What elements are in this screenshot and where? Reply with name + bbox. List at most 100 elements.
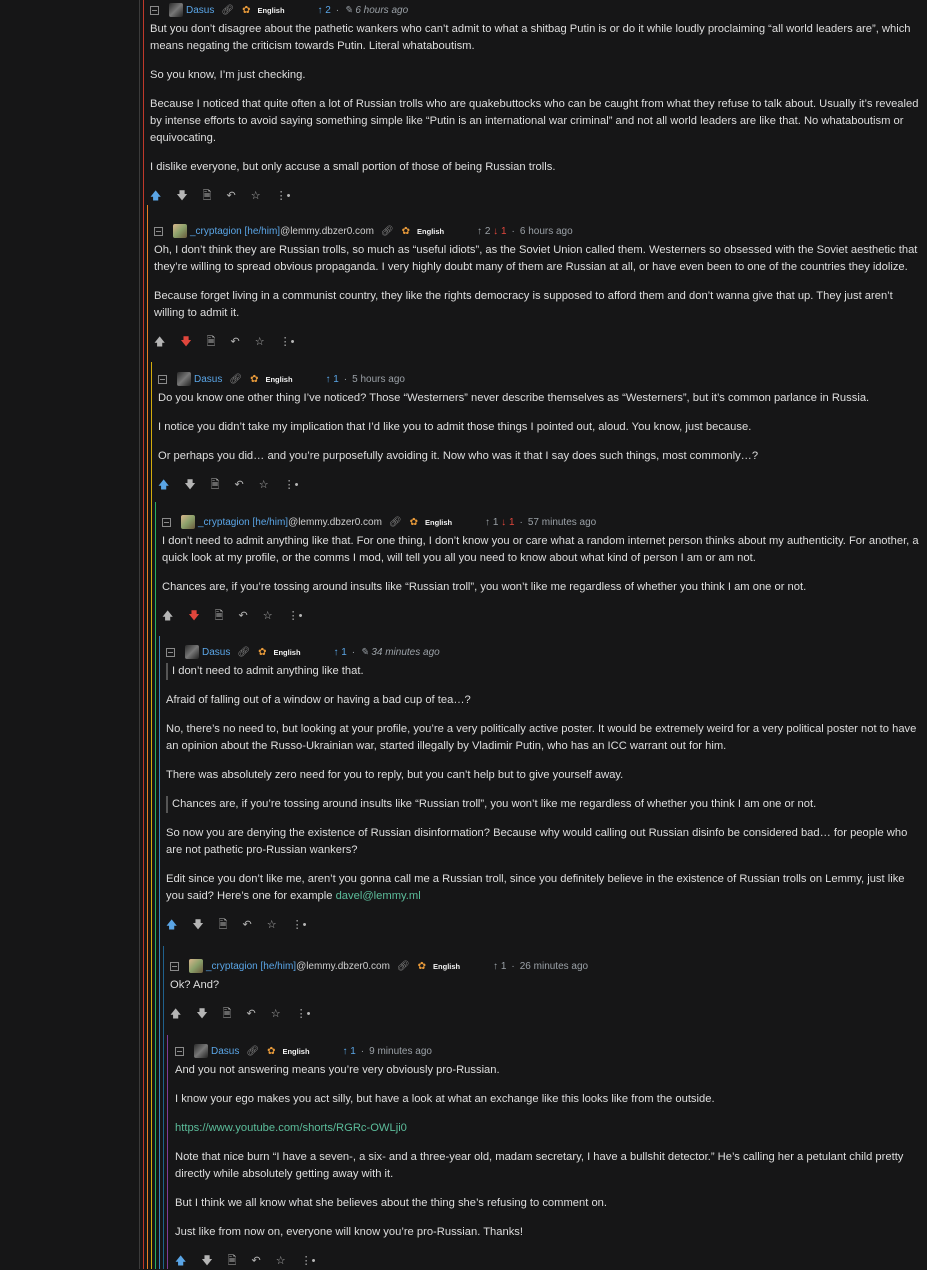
avatar[interactable]	[169, 3, 183, 17]
username[interactable]: _cryptagion [he/him]	[206, 958, 296, 975]
avatar[interactable]	[177, 372, 191, 386]
document-icon[interactable]: 🗎	[228, 1253, 237, 1270]
more-icon[interactable]: ⋮•	[288, 608, 303, 625]
thread-line	[167, 1035, 168, 1269]
reply-icon[interactable]: ↶	[226, 188, 235, 205]
language-label: English	[257, 5, 285, 15]
username[interactable]: Dasus	[186, 2, 214, 19]
link-icon[interactable]: 🔗︎	[381, 223, 394, 240]
arrow-up-icon[interactable]: 🡅	[162, 608, 173, 625]
document-icon[interactable]: 🗎	[203, 188, 212, 205]
comment-body: Ok? And?	[170, 977, 923, 994]
link-icon[interactable]: 🔗︎	[221, 2, 234, 19]
paragraph: I know your ego makes you act silly, but…	[175, 1093, 715, 1105]
reply-icon[interactable]: ↶	[238, 608, 247, 625]
username[interactable]: Dasus	[202, 644, 230, 661]
star-icon[interactable]: ☆	[276, 1253, 286, 1270]
star-icon[interactable]: ☆	[263, 608, 273, 625]
comment-actions: 🡅 🡇 🗎 ↶ ☆ ⋮•	[162, 608, 923, 624]
paragraph: Chances are, if you’re tossing around in…	[162, 581, 807, 593]
collapse-icon[interactable]	[150, 5, 159, 15]
user-instance[interactable]: @lemmy.dbzer0.com	[296, 958, 390, 975]
reply-icon[interactable]: ↶	[246, 1006, 255, 1023]
flower-icon: ✿	[267, 1045, 276, 1057]
avatar[interactable]	[173, 224, 187, 238]
timestamp: 57 minutes ago	[527, 516, 597, 528]
more-icon[interactable]: ⋮•	[301, 1253, 316, 1270]
document-icon[interactable]: 🗎	[215, 608, 224, 625]
blockquote: Chances are, if you’re tossing around in…	[166, 796, 923, 813]
comment-header: _cryptagion [he/him] @lemmy.dbzer0.com 🔗︎…	[170, 957, 923, 975]
paragraph: I notice you didn’t take my implication …	[158, 421, 752, 433]
collapse-icon[interactable]	[166, 647, 175, 657]
avatar[interactable]	[181, 515, 195, 529]
arrow-up-icon[interactable]: 🡅	[170, 1006, 181, 1023]
reply-icon[interactable]: ↶	[242, 917, 251, 934]
upvote-count: ↑ 2	[477, 225, 491, 237]
youtube-link[interactable]: https://www.youtube.com/shorts/RGRc-OWLj…	[175, 1122, 407, 1134]
comment-actions: 🡅 🡇 🗎 ↶ ☆ ⋮•	[166, 917, 923, 933]
arrow-up-icon[interactable]: 🡅	[175, 1253, 186, 1270]
star-icon[interactable]: ☆	[251, 188, 261, 205]
user-instance[interactable]: @lemmy.dbzer0.com	[280, 223, 374, 240]
link-icon[interactable]: 🔗︎	[389, 514, 402, 531]
paragraph: There was absolutely zero need for you t…	[166, 769, 624, 781]
star-icon[interactable]: ☆	[271, 1006, 281, 1023]
arrow-down-icon[interactable]: 🡇	[196, 1006, 207, 1023]
arrow-down-icon[interactable]: 🡇	[192, 917, 203, 934]
link-icon[interactable]: 🔗︎	[237, 644, 250, 661]
arrow-up-icon[interactable]: 🡅	[154, 334, 165, 351]
star-icon[interactable]: ☆	[267, 917, 277, 934]
more-icon[interactable]: ⋮•	[296, 1006, 311, 1023]
username[interactable]: Dasus	[194, 371, 222, 388]
link-icon[interactable]: 🔗︎	[246, 1043, 259, 1060]
avatar[interactable]	[189, 959, 203, 973]
arrow-down-icon[interactable]: 🡇	[180, 334, 191, 351]
username[interactable]: _cryptagion [he/him]	[190, 223, 280, 240]
collapse-icon[interactable]	[170, 961, 179, 971]
user-instance[interactable]: @lemmy.dbzer0.com	[288, 514, 382, 531]
arrow-up-icon[interactable]: 🡅	[150, 188, 161, 205]
document-icon[interactable]: 🗎	[211, 477, 220, 494]
document-icon[interactable]: 🗎	[219, 917, 228, 934]
arrow-down-icon[interactable]: 🡇	[176, 188, 187, 205]
more-icon[interactable]: ⋮•	[276, 188, 291, 205]
upvote-count: ↑ 1	[333, 646, 347, 658]
separator: ·	[511, 225, 515, 237]
reply-icon[interactable]: ↶	[234, 477, 243, 494]
reply-icon[interactable]: ↶	[230, 334, 239, 351]
upvote-count: ↑ 2	[317, 4, 331, 16]
more-icon[interactable]: ⋮•	[280, 334, 295, 351]
arrow-down-icon[interactable]: 🡇	[184, 477, 195, 494]
avatar[interactable]	[194, 1044, 208, 1058]
star-icon[interactable]: ☆	[259, 477, 269, 494]
username[interactable]: Dasus	[211, 1043, 239, 1060]
collapse-icon[interactable]	[162, 517, 171, 527]
collapse-icon[interactable]	[175, 1046, 184, 1056]
arrow-up-icon[interactable]: 🡅	[166, 917, 177, 934]
avatar[interactable]	[185, 645, 199, 659]
blockquote: I don’t need to admit anything like that…	[166, 663, 923, 680]
comment: Dasus 🔗︎ ✿ English ↑ 1 · 5 hours ago Do …	[158, 370, 923, 493]
arrow-down-icon[interactable]: 🡇	[201, 1253, 212, 1270]
link-icon[interactable]: 🔗︎	[397, 958, 410, 975]
reply-icon[interactable]: ↶	[251, 1253, 260, 1270]
timestamp: 9 minutes ago	[369, 1045, 432, 1057]
link-icon[interactable]: 🔗︎	[229, 371, 242, 388]
user-link[interactable]: davel@lemmy.ml	[336, 890, 421, 902]
arrow-down-icon[interactable]: 🡇	[188, 608, 199, 625]
star-icon[interactable]: ☆	[255, 334, 265, 351]
arrow-up-icon[interactable]: 🡅	[158, 477, 169, 494]
comment-header: Dasus 🔗︎ ✿ English ↑ 2 · ✎ 6 hours ago	[150, 1, 923, 19]
more-icon[interactable]: ⋮•	[292, 917, 307, 934]
comment-body: Oh, I don’t think they are Russian troll…	[154, 242, 923, 322]
paragraph: And you not answering means you’re very …	[175, 1064, 500, 1076]
collapse-icon[interactable]	[154, 226, 163, 236]
document-icon[interactable]: 🗎	[207, 334, 216, 351]
thread-line	[139, 0, 140, 1269]
more-icon[interactable]: ⋮•	[284, 477, 299, 494]
username[interactable]: _cryptagion [he/him]	[198, 514, 288, 531]
collapse-icon[interactable]	[158, 374, 167, 384]
separator: ·	[519, 516, 523, 528]
document-icon[interactable]: 🗎	[223, 1006, 232, 1023]
